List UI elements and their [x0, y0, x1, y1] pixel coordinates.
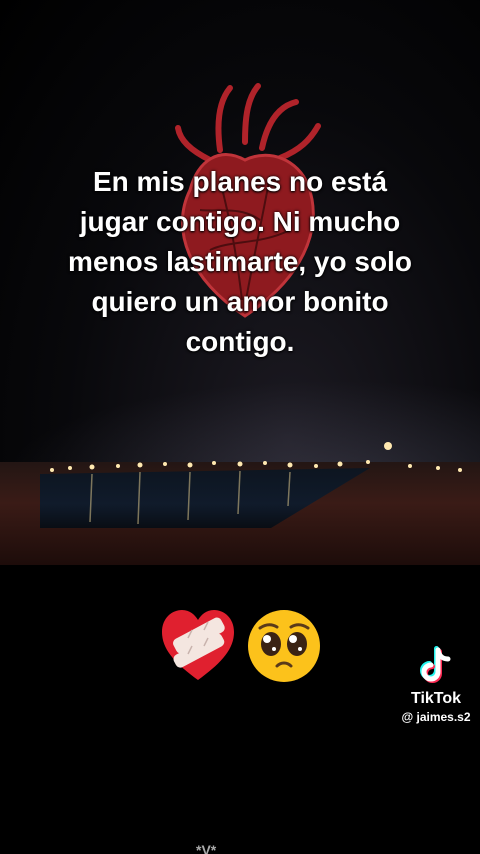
quote-line: En mis planes no está	[92, 166, 388, 197]
quote-line: contigo.	[185, 326, 295, 357]
pleading-face-icon	[248, 610, 320, 682]
mending-heart-icon	[162, 610, 234, 680]
quote-line: menos lastimarte, yo solo	[68, 246, 412, 277]
quote-line: jugar contigo. Ni mucho	[79, 206, 401, 237]
tiktok-username: @ jaimes.s2	[401, 710, 471, 724]
quote-line: quiero un amor bonito	[91, 286, 389, 317]
tiktok-brand-label: TikTok	[410, 690, 462, 707]
tiktok-watermark: TikTok @ jaimes.s2	[396, 646, 476, 724]
emoji-row	[158, 606, 328, 686]
post-quote-text: En mis planes no está jugar contigo. Ni …	[30, 162, 450, 362]
city-lights	[50, 442, 462, 525]
tiktok-logo-icon	[420, 646, 451, 683]
bottom-emoji-fragment: *V*	[196, 842, 217, 854]
